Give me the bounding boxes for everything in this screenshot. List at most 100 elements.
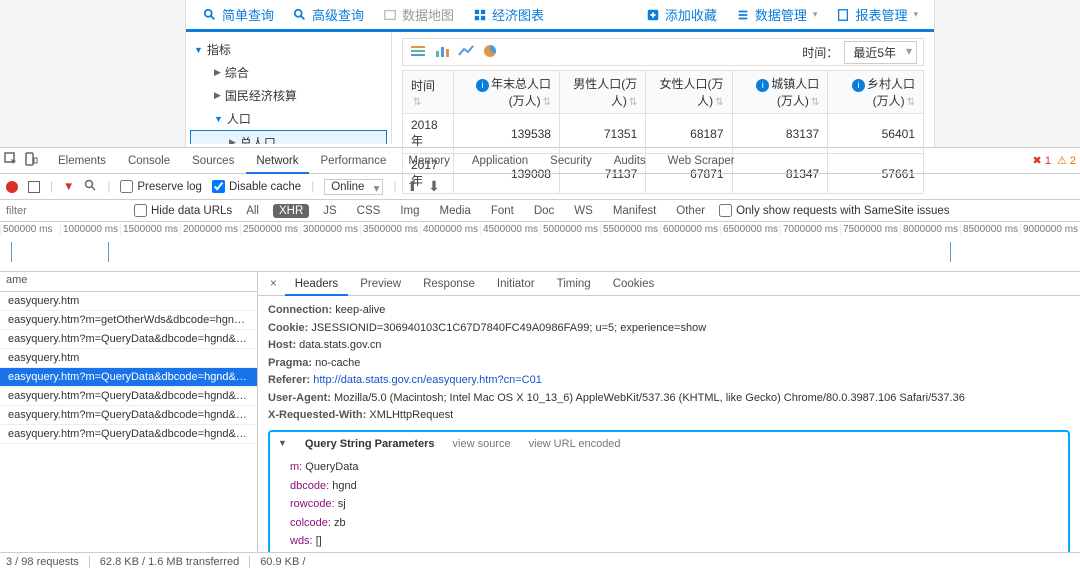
chip-other[interactable]: Other	[670, 204, 711, 218]
search-icon	[202, 7, 218, 23]
timeline[interactable]: 500000 ms1000000 ms1500000 ms2000000 ms2…	[0, 222, 1080, 272]
device-icon[interactable]	[24, 152, 38, 169]
tab-application[interactable]: Application	[462, 148, 538, 174]
timeline-tick: 2000000 ms	[180, 224, 240, 235]
download-icon[interactable]: ⬇	[428, 178, 440, 195]
tree-item-2[interactable]: ▶国民经济核算	[186, 84, 391, 107]
search-icon[interactable]	[84, 179, 97, 195]
detail-tab-response[interactable]: Response	[413, 272, 485, 296]
th-urban-pop[interactable]: i城镇人口(万人)⇅	[732, 71, 828, 114]
chip-ws[interactable]: WS	[568, 204, 599, 218]
nav-add-favorite[interactable]: 添加收藏	[637, 5, 725, 24]
tab-elements[interactable]: Elements	[48, 148, 116, 174]
record-icon[interactable]	[6, 181, 18, 193]
detail-tab-timing[interactable]: Timing	[547, 272, 601, 296]
plus-icon	[645, 7, 661, 23]
preserve-log-checkbox[interactable]: Preserve log	[120, 180, 202, 193]
tab-network[interactable]: Network	[246, 148, 308, 174]
detail-tabs: × Headers Preview Response Initiator Tim…	[258, 272, 1080, 296]
tab-console[interactable]: Console	[118, 148, 180, 174]
detail-tab-preview[interactable]: Preview	[350, 272, 411, 296]
chip-css[interactable]: CSS	[351, 204, 387, 218]
filter-icon[interactable]: ▼	[63, 181, 74, 193]
timeline-tick: 1000000 ms	[60, 224, 120, 235]
filter-bar: Hide data URLs All XHR JS CSS Img Media …	[0, 200, 1080, 222]
chip-all[interactable]: All	[240, 204, 265, 218]
warning-badge[interactable]: ⚠ 2	[1057, 154, 1076, 167]
request-row[interactable]: easyquery.htm?m=QueryData&dbcode=hgnd&ro…	[0, 368, 257, 387]
nav-data-mgmt[interactable]: 数据管理▾	[727, 5, 826, 24]
th-female-pop[interactable]: 女性人口(万人)⇅	[646, 71, 732, 114]
timeline-tick: 3500000 ms	[360, 224, 420, 235]
headers-content: Connection: keep-alive Cookie: JSESSIONI…	[258, 296, 1080, 552]
th-total-pop[interactable]: i年末总人口(万人)⇅	[454, 71, 560, 114]
tab-webscraper[interactable]: Web Scraper	[658, 148, 745, 174]
request-row[interactable]: easyquery.htm?m=getOtherWds&dbcode=hgnd&…	[0, 311, 257, 330]
table-view-icon[interactable]	[409, 43, 427, 62]
request-row[interactable]: easyquery.htm	[0, 349, 257, 368]
tab-audits[interactable]: Audits	[604, 148, 656, 174]
chip-js[interactable]: JS	[317, 204, 342, 218]
request-row[interactable]: easyquery.htm	[0, 292, 257, 311]
detail-tab-initiator[interactable]: Initiator	[487, 272, 545, 296]
error-badge[interactable]: ✖ 1	[1033, 154, 1051, 167]
search-plus-icon	[292, 7, 308, 23]
chip-media[interactable]: Media	[434, 204, 477, 218]
clear-icon[interactable]	[28, 181, 40, 193]
devtools-tabs: Elements Console Sources Network Perform…	[0, 148, 1080, 174]
tab-security[interactable]: Security	[540, 148, 602, 174]
timeline-tick: 8000000 ms	[900, 224, 960, 235]
request-row[interactable]: easyquery.htm?m=QueryData&dbcode=hgnd&ro…	[0, 330, 257, 349]
tab-memory[interactable]: Memory	[398, 148, 460, 174]
chip-font[interactable]: Font	[485, 204, 520, 218]
chevron-down-icon[interactable]: ▼	[278, 437, 287, 451]
tree-root[interactable]: ▼指标	[186, 38, 391, 61]
nav-data-map[interactable]: 数据地图	[374, 5, 462, 24]
upload-icon[interactable]: ⬆	[406, 178, 418, 195]
close-icon[interactable]: ×	[264, 278, 283, 290]
th-rural-pop[interactable]: i乡村人口(万人)⇅	[828, 71, 924, 114]
top-nav: 简单查询 高级查询 数据地图 经济图表 添加收藏 数据管理▾	[186, 0, 934, 32]
timeline-tick: 4500000 ms	[480, 224, 540, 235]
request-row[interactable]: easyquery.htm?m=QueryData&dbcode=hgnd&ro…	[0, 425, 257, 444]
chip-doc[interactable]: Doc	[528, 204, 560, 218]
bar-chart-icon[interactable]	[433, 43, 451, 62]
th-male-pop[interactable]: 男性人口(万人)⇅	[559, 71, 645, 114]
info-icon: i	[852, 79, 865, 92]
tree-item-1[interactable]: ▶综合	[186, 61, 391, 84]
view-source-link[interactable]: view source	[453, 436, 511, 453]
nav-econ-chart[interactable]: 经济图表	[464, 5, 552, 24]
pie-chart-icon[interactable]	[481, 43, 499, 62]
detail-tab-cookies[interactable]: Cookies	[603, 272, 665, 296]
main-panel: 时间： 最近5年 时间⇅ i年末总人口(万人)⇅ 男性人口(万人)⇅ 女性人口(…	[392, 32, 934, 144]
samesite-checkbox[interactable]: Only show requests with SameSite issues	[719, 204, 949, 217]
th-time[interactable]: 时间⇅	[403, 71, 454, 114]
request-detail-panel: × Headers Preview Response Initiator Tim…	[258, 272, 1080, 552]
view-url-encoded-link[interactable]: view URL encoded	[529, 436, 621, 453]
detail-tab-headers[interactable]: Headers	[285, 272, 348, 296]
tree-item-3-1[interactable]: ▶总人口	[190, 130, 387, 144]
chip-xhr[interactable]: XHR	[273, 204, 309, 218]
nav-simple-query[interactable]: 简单查询	[194, 5, 282, 24]
request-row[interactable]: easyquery.htm?m=QueryData&dbcode=hgnd&ro…	[0, 406, 257, 425]
throttle-select[interactable]: Online	[324, 179, 383, 195]
chip-img[interactable]: Img	[394, 204, 425, 218]
chip-manifest[interactable]: Manifest	[607, 204, 662, 218]
disable-cache-checkbox[interactable]: Disable cache	[212, 180, 301, 193]
name-column-header[interactable]: ame	[0, 272, 257, 292]
filter-input[interactable]	[6, 205, 126, 217]
tree-item-3[interactable]: ▼人口	[186, 107, 391, 130]
inspect-icon[interactable]	[4, 152, 18, 169]
time-select[interactable]: 最近5年	[844, 41, 917, 64]
status-transferred: 62.8 KB / 1.6 MB transferred	[100, 556, 239, 568]
hide-data-urls-checkbox[interactable]: Hide data URLs	[134, 204, 232, 217]
tab-sources[interactable]: Sources	[182, 148, 244, 174]
chevron-down-icon: ▼	[214, 114, 223, 124]
line-chart-icon[interactable]	[457, 43, 475, 62]
nav-advanced-query[interactable]: 高级查询	[284, 5, 372, 24]
request-row[interactable]: easyquery.htm?m=QueryData&dbcode=hgnd&ro…	[0, 387, 257, 406]
tab-performance[interactable]: Performance	[311, 148, 397, 174]
nav-report-mgmt[interactable]: 报表管理▾	[827, 5, 926, 24]
report-icon	[835, 7, 851, 23]
chart-icon	[472, 7, 488, 23]
